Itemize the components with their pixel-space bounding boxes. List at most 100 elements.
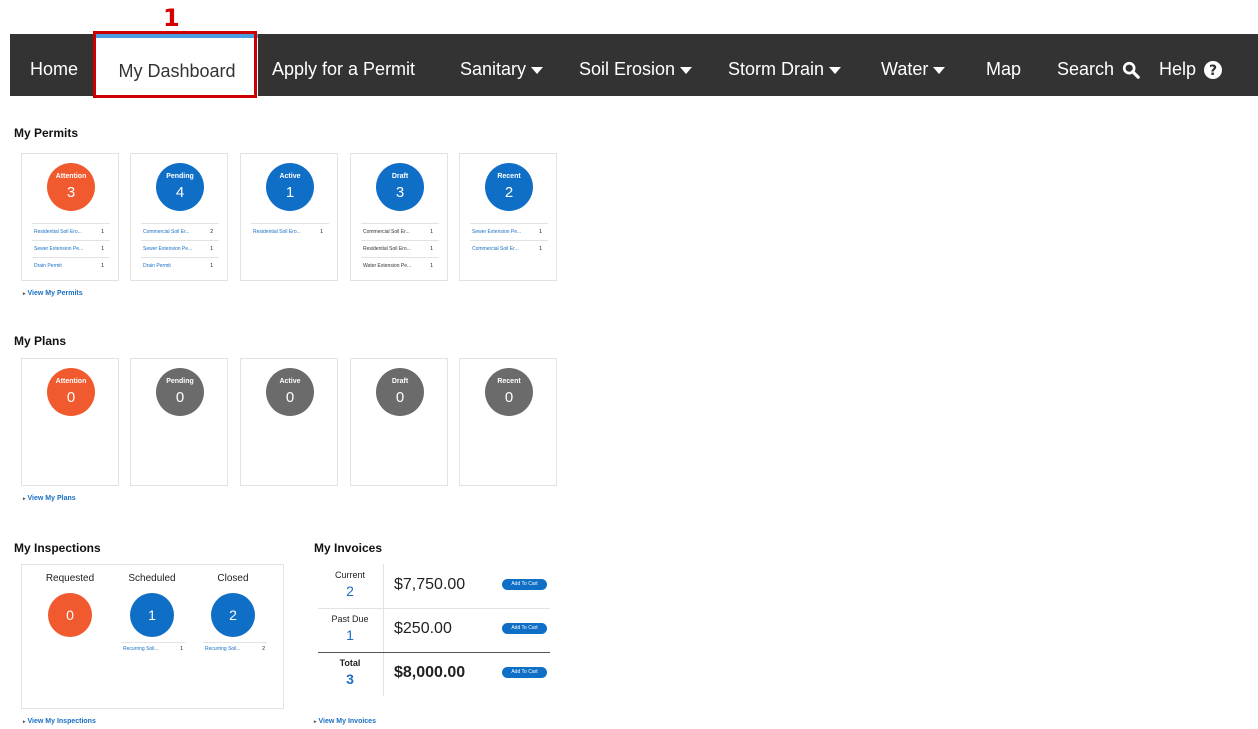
plan-status-label: Recent bbox=[497, 378, 521, 385]
nav-sanitary-label: Sanitary bbox=[460, 59, 527, 79]
nav-storm-drain-menu[interactable]: Storm Drain bbox=[728, 34, 842, 96]
inspections-closed-column: Closed 2 bbox=[193, 573, 273, 637]
invoice-row-label: Past Due bbox=[331, 614, 369, 624]
permit-status-circle[interactable]: Pending 4 bbox=[156, 163, 204, 211]
permit-row[interactable]: Residential Soil Ero... 1 bbox=[32, 223, 110, 240]
inspection-closed-row[interactable]: Recurring Soil... 2 bbox=[203, 642, 267, 654]
permit-status-circle[interactable]: Recent 2 bbox=[485, 163, 533, 211]
permit-row[interactable]: Drain Permit 1 bbox=[141, 257, 219, 274]
plan-status-circle[interactable]: Attention 0 bbox=[47, 368, 95, 416]
permit-row-list: Commercial Soil Er... 1 Residential Soil E… bbox=[361, 223, 439, 274]
permit-status-label: Pending bbox=[166, 173, 194, 180]
permit-row[interactable]: Water Extension Pe... 1 bbox=[361, 257, 439, 274]
permit-row[interactable]: Sewer Extension Pe... 1 bbox=[141, 240, 219, 257]
invoice-current-row: Current 2 $7,750.00 Add To Cart bbox=[318, 564, 550, 608]
nav-water-label: Water bbox=[881, 59, 929, 79]
inspections-closed-count[interactable]: 2 bbox=[211, 593, 255, 637]
permit-row-count: 1 bbox=[430, 246, 433, 252]
nav-soil-label: Soil Erosion bbox=[579, 59, 676, 79]
add-to-cart-button[interactable]: Add To Cart bbox=[502, 579, 547, 590]
nav-sanitary-menu[interactable]: Sanitary bbox=[460, 34, 544, 96]
inspections-requested-count[interactable]: 0 bbox=[48, 593, 92, 637]
permit-status-circle[interactable]: Active 1 bbox=[266, 163, 314, 211]
plan-card: Active 0 bbox=[240, 358, 338, 486]
invoice-row-label: Current bbox=[334, 570, 365, 580]
permit-status-count: 3 bbox=[395, 184, 405, 201]
my-invoices-heading: My Invoices bbox=[314, 541, 383, 555]
svg-text:?: ? bbox=[1209, 63, 1217, 79]
permit-row[interactable]: Commercial Soil Er... 2 bbox=[141, 223, 219, 240]
permit-row[interactable]: Sewer Extension Pe... 1 bbox=[470, 223, 548, 240]
plan-status-circle[interactable]: Draft 0 bbox=[376, 368, 424, 416]
nav-apply-permit-link[interactable]: Apply for a Permit bbox=[272, 34, 415, 96]
view-my-inspections-link[interactable]: View My Inspections bbox=[23, 718, 96, 725]
plan-card: Draft 0 bbox=[350, 358, 448, 486]
nav-soil-erosion-menu[interactable]: Soil Erosion bbox=[579, 34, 693, 96]
add-to-cart-button[interactable]: Add To Cart bbox=[502, 667, 547, 678]
permit-row-count: 1 bbox=[430, 229, 433, 235]
permit-row-title: Sewer Extension Pe... bbox=[34, 246, 84, 252]
nav-help-link[interactable]: Help ? bbox=[1159, 34, 1223, 96]
permit-row-list: Sewer Extension Pe... 1 Commercial Soil Er… bbox=[470, 223, 548, 257]
permit-status-circle[interactable]: Attention 3 bbox=[47, 163, 95, 211]
view-my-invoices-link[interactable]: View My Invoices bbox=[314, 718, 376, 725]
inspection-row-title: Recurring Soil... bbox=[205, 646, 241, 652]
invoice-row-count[interactable]: 3 bbox=[318, 671, 382, 687]
inspections-panel: Requested 0 Scheduled 1 Closed 2 bbox=[21, 564, 284, 709]
permit-row-title: Commercial Soil Er... bbox=[143, 229, 190, 235]
permit-row[interactable]: Residential Soil Ero... 1 bbox=[251, 223, 329, 240]
permit-row[interactable]: Drain Permit 1 bbox=[32, 257, 110, 274]
permit-row-count: 1 bbox=[539, 229, 542, 235]
permit-row-count: 1 bbox=[101, 229, 104, 235]
view-my-plans-link[interactable]: View My Plans bbox=[23, 495, 76, 502]
permit-row-count: 1 bbox=[210, 263, 213, 269]
nav-my-dashboard-link[interactable]: My Dashboard bbox=[96, 34, 258, 96]
permit-row-title: Water Extension Pe... bbox=[363, 263, 412, 269]
permit-status-label: Recent bbox=[497, 173, 521, 180]
inspection-scheduled-row[interactable]: Recurring Soil... 1 bbox=[121, 642, 185, 654]
view-my-permits-link[interactable]: View My Permits bbox=[23, 290, 83, 297]
invoice-total-row: Total 3 $8,000.00 Add To Cart bbox=[318, 652, 550, 696]
add-to-cart-button[interactable]: Add To Cart bbox=[502, 623, 547, 634]
permit-status-label: Draft bbox=[391, 173, 409, 180]
plan-card: Attention 0 bbox=[21, 358, 119, 486]
permit-card: Draft 3 Commercial Soil Er... 1 Residentia… bbox=[350, 153, 448, 281]
permit-card: Pending 4 Commercial Soil Er... 2 Sewer Ex… bbox=[130, 153, 228, 281]
plan-status-label: Attention bbox=[55, 378, 87, 385]
nav-map-link[interactable]: Map bbox=[986, 34, 1021, 96]
nav-storm-label: Storm Drain bbox=[728, 59, 825, 79]
caret-down-icon bbox=[829, 66, 842, 74]
permit-row[interactable]: Commercial Soil Er... 1 bbox=[361, 223, 439, 240]
permit-row-count: 1 bbox=[210, 246, 213, 252]
inspections-scheduled-count[interactable]: 1 bbox=[130, 593, 174, 637]
inspections-requested-label: Requested bbox=[45, 573, 95, 584]
inspections-requested-column: Requested 0 bbox=[30, 573, 110, 637]
nav-search-link[interactable]: Search bbox=[1057, 34, 1140, 96]
permit-status-count: 2 bbox=[504, 184, 514, 201]
plan-status-circle[interactable]: Active 0 bbox=[266, 368, 314, 416]
invoice-row-count[interactable]: 1 bbox=[318, 627, 382, 643]
nav-water-menu[interactable]: Water bbox=[881, 34, 946, 96]
invoice-row-count[interactable]: 2 bbox=[318, 583, 382, 599]
inspection-row-count: 2 bbox=[262, 646, 265, 652]
permit-row-title: Sewer Extension Pe... bbox=[143, 246, 193, 252]
invoice-row-amount: $8,000.00 bbox=[394, 664, 466, 681]
plan-status-count: 0 bbox=[175, 389, 185, 406]
plan-status-circle[interactable]: Pending 0 bbox=[156, 368, 204, 416]
permit-row[interactable]: Commercial Soil Er... 1 bbox=[470, 240, 548, 257]
nav-home-link[interactable]: Home bbox=[30, 34, 78, 96]
permit-row[interactable]: Sewer Extension Pe... 1 bbox=[32, 240, 110, 257]
permit-row-title: Commercial Soil Er... bbox=[472, 246, 519, 252]
inspections-closed-label: Closed bbox=[217, 573, 249, 584]
permit-status-circle[interactable]: Draft 3 bbox=[376, 163, 424, 211]
permit-row[interactable]: Residential Soil Ero... 1 bbox=[361, 240, 439, 257]
permit-row-list: Residential Soil Ero... 1 Sewer Extension … bbox=[32, 223, 110, 274]
permit-row-title: Sewer Extension Pe... bbox=[472, 229, 522, 235]
nav-search-label: Search bbox=[1057, 59, 1115, 79]
my-plans-heading: My Plans bbox=[14, 334, 67, 348]
permit-row-title: Residential Soil Ero... bbox=[34, 229, 82, 235]
invoice-row-amount: $7,750.00 bbox=[394, 576, 466, 593]
plan-status-circle[interactable]: Recent 0 bbox=[485, 368, 533, 416]
invoice-past-due-row: Past Due 1 $250.00 Add To Cart bbox=[318, 608, 550, 652]
permit-status-count: 4 bbox=[175, 184, 185, 201]
